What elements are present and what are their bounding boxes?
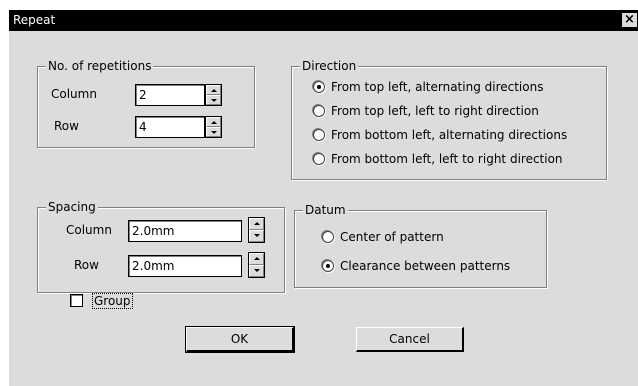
group-checkbox[interactable] xyxy=(70,294,83,307)
spinner-up-icon[interactable] xyxy=(249,253,264,265)
repetitions-legend: No. of repetitions xyxy=(46,59,154,73)
repetitions-column-value: 2 xyxy=(139,88,147,102)
spacing-column-label: Column xyxy=(66,223,112,237)
datum-option-2-label[interactable]: Clearance between patterns xyxy=(340,259,510,273)
direction-option-4-label[interactable]: From bottom left, left to right directio… xyxy=(331,152,563,166)
direction-legend: Direction xyxy=(300,59,359,73)
direction-option-3-label[interactable]: From bottom left, alternating directions xyxy=(331,128,567,142)
spacing-group: Spacing Column 2.0mm Row 2.0mm xyxy=(37,200,285,293)
spacing-legend: Spacing xyxy=(46,200,98,214)
spinner-up-icon[interactable] xyxy=(206,85,221,95)
spinner-up-icon[interactable] xyxy=(249,218,264,230)
direction-group: Direction From top left, alternating dir… xyxy=(291,59,607,180)
spinner-down-icon[interactable] xyxy=(249,230,264,242)
repetitions-row-input[interactable]: 4 xyxy=(135,116,205,138)
repetitions-row-spinner[interactable] xyxy=(205,116,222,138)
repetitions-column-input[interactable]: 2 xyxy=(135,84,205,106)
close-button[interactable]: × xyxy=(621,12,638,28)
ok-button[interactable]: OK xyxy=(185,326,295,353)
repeat-dialog: Repeat × No. of repetitions Column 2 Row… xyxy=(8,9,638,386)
spacing-column-value: 2.0mm xyxy=(132,224,175,238)
datum-option-1-label[interactable]: Center of pattern xyxy=(340,230,444,244)
spacing-row-value: 2.0mm xyxy=(132,259,175,273)
spinner-down-icon[interactable] xyxy=(206,127,221,137)
repetitions-column-spinner[interactable] xyxy=(205,84,222,106)
direction-radio-2[interactable] xyxy=(313,105,325,117)
datum-radio-2[interactable] xyxy=(322,260,334,272)
datum-radio-1[interactable] xyxy=(322,231,334,243)
spacing-column-input[interactable]: 2.0mm xyxy=(128,220,242,242)
repetitions-group: No. of repetitions Column 2 Row 4 xyxy=(37,59,255,148)
spacing-column-spinner[interactable] xyxy=(248,217,265,243)
cancel-button[interactable]: Cancel xyxy=(356,327,464,352)
datum-group: Datum Center of pattern Clearance betwee… xyxy=(294,203,547,288)
spinner-down-icon[interactable] xyxy=(249,265,264,277)
datum-legend: Datum xyxy=(303,203,348,217)
spacing-row-label: Row xyxy=(74,258,99,272)
repetitions-column-label: Column xyxy=(51,87,97,101)
title-bar: Repeat × xyxy=(9,10,638,31)
group-checkbox-label[interactable]: Group xyxy=(92,293,133,309)
direction-option-2-label[interactable]: From top left, left to right direction xyxy=(331,104,539,118)
direction-option-1-label[interactable]: From top left, alternating directions xyxy=(331,80,543,94)
repetitions-row-label: Row xyxy=(54,119,79,133)
spinner-up-icon[interactable] xyxy=(206,117,221,127)
spinner-down-icon[interactable] xyxy=(206,95,221,105)
window-title: Repeat xyxy=(13,13,56,27)
repetitions-row-value: 4 xyxy=(139,120,147,134)
spacing-row-input[interactable]: 2.0mm xyxy=(128,255,242,277)
spacing-row-spinner[interactable] xyxy=(248,252,265,278)
direction-radio-1[interactable] xyxy=(313,81,325,93)
direction-radio-3[interactable] xyxy=(313,129,325,141)
direction-radio-4[interactable] xyxy=(313,153,325,165)
